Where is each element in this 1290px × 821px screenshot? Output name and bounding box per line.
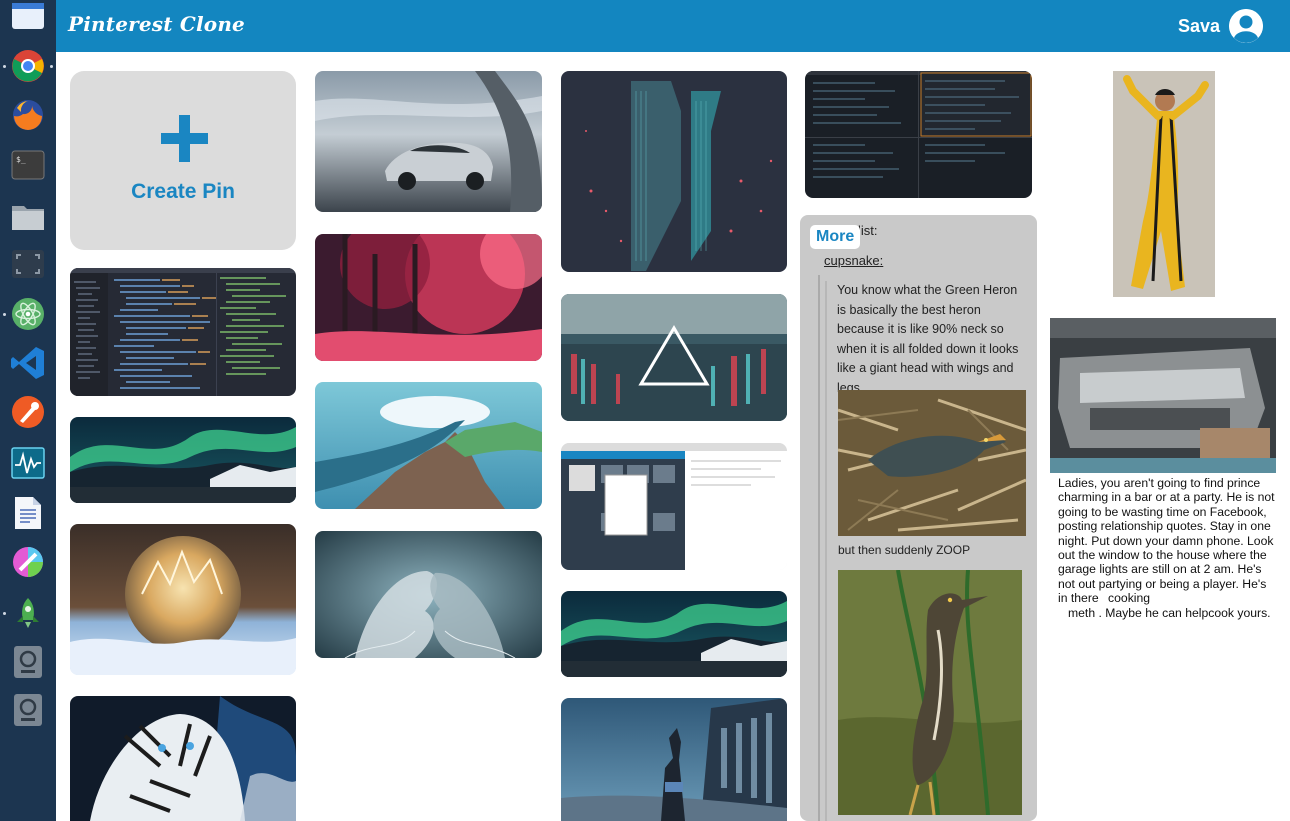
postman-icon[interactable] xyxy=(10,394,46,430)
pin-bruce-lee-image[interactable] xyxy=(1113,71,1215,297)
terminal-icon[interactable]: $_ xyxy=(10,147,46,183)
pin-code-editor-image[interactable] xyxy=(70,268,296,396)
heron-photo xyxy=(838,390,1026,536)
heron-photo-2 xyxy=(838,570,1022,815)
pin-red-forest-image[interactable] xyxy=(315,234,542,361)
pin-app-screenshot-image[interactable] xyxy=(561,443,787,570)
heron-quote-text: You know what the Green Heron is basical… xyxy=(837,283,1019,395)
pin-mountain-ridge-image[interactable] xyxy=(315,382,542,509)
plus-icon xyxy=(161,115,208,162)
more-button[interactable]: More xyxy=(810,225,861,249)
atom-icon[interactable] xyxy=(10,296,46,332)
triangle-city-image xyxy=(561,294,787,421)
pin-city-street-image[interactable] xyxy=(561,698,787,821)
garage-car-image xyxy=(1050,318,1276,473)
pin-kiss-art-image[interactable] xyxy=(315,531,542,658)
garage-photo xyxy=(1050,318,1276,473)
pin-triangle-city-image[interactable] xyxy=(561,294,787,421)
user-name[interactable]: Sava xyxy=(1178,16,1220,37)
app-screenshot-image xyxy=(561,443,787,570)
application-dock: $_ xyxy=(0,0,56,821)
aurora-image xyxy=(561,591,787,677)
color-picker-icon[interactable] xyxy=(10,544,46,580)
username-link[interactable]: cupsnake: xyxy=(824,253,883,268)
kiss-art-image xyxy=(315,531,542,658)
pin-white-tiger-image[interactable] xyxy=(70,696,296,821)
create-pin-card[interactable]: Create Pin xyxy=(70,71,296,250)
pin-meme-caption-card[interactable]: Ladies, you aren't going to find prince … xyxy=(1050,318,1276,626)
brand-logo[interactable]: Pinterest Clone xyxy=(68,12,245,36)
vscode-icon[interactable] xyxy=(10,345,46,381)
disk-icon[interactable] xyxy=(10,692,46,728)
terminal-screenshot-image xyxy=(805,71,1032,198)
meme-caption-text: Ladies, you aren't going to find prince … xyxy=(1058,476,1275,620)
text-editor-icon[interactable] xyxy=(10,495,46,531)
screenshot-icon[interactable] xyxy=(10,246,46,282)
system-monitor-icon[interactable] xyxy=(10,445,46,481)
aurora-image xyxy=(70,417,296,503)
red-forest-image xyxy=(315,234,542,361)
rocket-icon[interactable] xyxy=(10,595,46,631)
heron-standing-photo xyxy=(838,570,1022,815)
avatar-icon[interactable] xyxy=(1229,9,1263,43)
pin-frozen-bubble-image[interactable] xyxy=(70,524,296,675)
pin-terminal-screenshot-image[interactable] xyxy=(805,71,1032,198)
disk-icon[interactable] xyxy=(10,644,46,680)
svg-text:$_: $_ xyxy=(16,155,26,164)
zoop-text: but then suddenly ZOOP xyxy=(838,543,971,557)
heron-photo-1 xyxy=(838,390,1026,536)
pin-aurora-image[interactable] xyxy=(70,417,296,503)
window-icon[interactable] xyxy=(10,0,46,34)
abstract-glitch-image xyxy=(561,71,787,272)
chrome-icon[interactable] xyxy=(10,48,46,84)
mountain-ridge-image xyxy=(315,382,542,509)
pin-bmw-car-image[interactable] xyxy=(315,71,542,212)
firefox-icon[interactable] xyxy=(10,97,46,133)
pin-heron-text-card[interactable]: list: cupsnake: You know what the Green … xyxy=(800,215,1037,821)
username-text: cupsnake xyxy=(824,253,880,268)
white-tiger-image xyxy=(70,696,296,821)
folder-icon[interactable] xyxy=(10,198,46,234)
frozen-bubble-image xyxy=(70,524,296,675)
create-pin-label: Create Pin xyxy=(131,180,235,203)
bmw-car-image xyxy=(315,71,542,212)
bruce-lee-image xyxy=(1113,71,1215,297)
app-header: Pinterest Clone Sava xyxy=(56,0,1290,52)
pin-aurora-image-2[interactable] xyxy=(561,591,787,677)
code-editor-image xyxy=(70,268,296,396)
pin-abstract-glitch-image[interactable] xyxy=(561,71,787,272)
list-label: list: xyxy=(858,223,878,238)
city-street-image xyxy=(561,698,787,821)
